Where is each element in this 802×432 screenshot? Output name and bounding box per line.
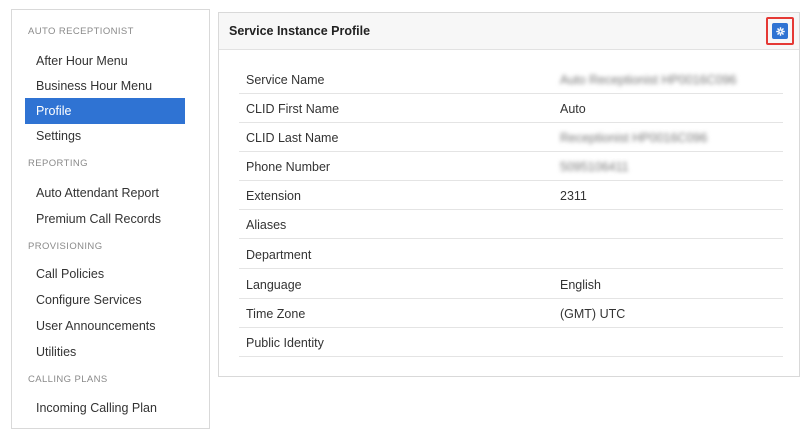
profile-row-extension: Extension 2311: [239, 181, 783, 211]
sidebar-item-profile[interactable]: Profile: [25, 98, 185, 124]
panel-header: Service Instance Profile: [219, 13, 799, 50]
row-label: Language: [246, 278, 302, 292]
sidebar-item-after-hour-menu[interactable]: After Hour Menu: [25, 48, 185, 74]
row-label: CLID First Name: [246, 102, 340, 116]
profile-row-language: Language English: [239, 270, 783, 300]
settings-button[interactable]: [772, 23, 788, 39]
section-header-provisioning: PROVISIONING: [28, 241, 103, 252]
row-value: Auto: [560, 102, 586, 116]
profile-row-aliases: Aliases: [239, 210, 783, 240]
service-instance-profile-panel: Service Instance Profile Service Name Au…: [218, 12, 800, 377]
section-header-auto-receptionist: AUTO RECEPTIONIST: [28, 26, 134, 37]
sidebar: AUTO RECEPTIONIST After Hour Menu Busine…: [11, 9, 210, 429]
row-label: CLID Last Name: [246, 131, 339, 145]
section-header-calling-plans: CALLING PLANS: [28, 374, 108, 385]
row-label: Aliases: [246, 218, 287, 232]
sidebar-item-call-policies[interactable]: Call Policies: [25, 261, 185, 287]
sidebar-item-premium-call-records[interactable]: Premium Call Records: [25, 206, 185, 232]
sidebar-item-incoming-calling-plan[interactable]: Incoming Calling Plan: [25, 395, 185, 421]
profile-row-public-identity: Public Identity: [239, 328, 783, 358]
row-value: (GMT) UTC: [560, 307, 626, 321]
row-value: Receptionist HP0016C096: [560, 131, 708, 145]
row-value: English: [560, 278, 601, 292]
sidebar-item-auto-attendant-report[interactable]: Auto Attendant Report: [25, 180, 185, 206]
profile-row-clid-first-name: CLID First Name Auto: [239, 94, 783, 124]
profile-row-clid-last-name: CLID Last Name Receptionist HP0016C096: [239, 123, 783, 153]
profile-row-time-zone: Time Zone (GMT) UTC: [239, 299, 783, 329]
profile-row-phone-number: Phone Number 5095106411: [239, 152, 783, 182]
row-value: 2311: [560, 189, 587, 203]
row-label: Department: [246, 248, 312, 262]
sidebar-item-settings[interactable]: Settings: [25, 123, 185, 149]
row-label: Time Zone: [246, 307, 306, 321]
sidebar-item-configure-services[interactable]: Configure Services: [25, 287, 185, 313]
sidebar-item-utilities[interactable]: Utilities: [25, 339, 185, 365]
row-label: Service Name: [246, 73, 325, 87]
row-value: Auto Receptionist HP0016C096: [560, 73, 737, 87]
sidebar-item-business-hour-menu[interactable]: Business Hour Menu: [25, 73, 185, 99]
gear-icon: [775, 26, 785, 36]
section-header-reporting: REPORTING: [28, 158, 88, 169]
row-label: Phone Number: [246, 160, 331, 174]
row-label: Extension: [246, 189, 301, 203]
sidebar-item-user-announcements[interactable]: User Announcements: [25, 313, 185, 339]
panel-title: Service Instance Profile: [229, 24, 371, 38]
row-value: 5095106411: [560, 160, 629, 174]
profile-row-service-name: Service Name Auto Receptionist HP0016C09…: [239, 65, 783, 95]
row-label: Public Identity: [246, 336, 324, 350]
settings-highlight: [766, 17, 794, 45]
profile-row-department: Department: [239, 240, 783, 270]
